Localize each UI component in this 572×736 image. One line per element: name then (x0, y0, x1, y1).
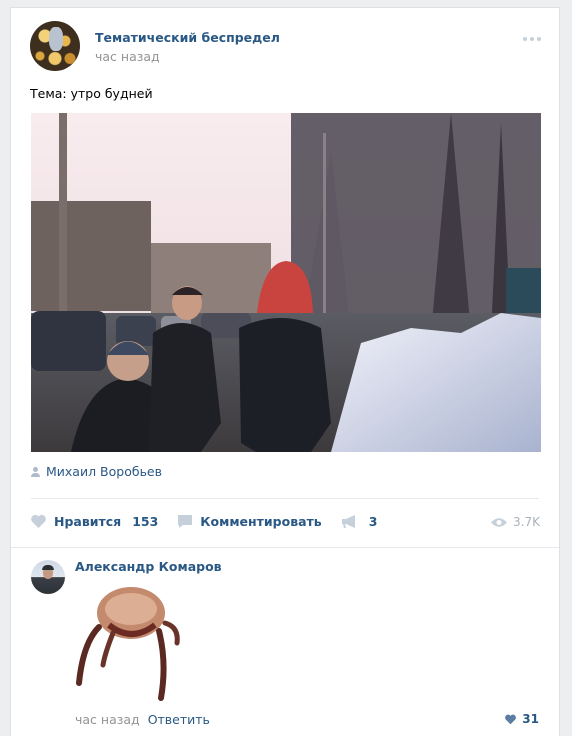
share-button[interactable]: 3 (341, 514, 378, 529)
post-card: Тематический беспредел час назад Тема: у… (10, 7, 560, 736)
share-count: 3 (368, 514, 378, 529)
post-time[interactable]: час назад (95, 49, 160, 64)
post-actions: Нравится 153 Комментировать 3 (30, 514, 396, 529)
photo-author[interactable]: Михаил Воробьев (31, 464, 162, 479)
divider (31, 498, 539, 499)
comments-divider (11, 547, 559, 548)
comment-button[interactable]: Комментировать (177, 514, 322, 529)
photo-author-name: Михаил Воробьев (46, 464, 162, 479)
comment-meta: час назад Ответить (75, 712, 210, 727)
person-icon (31, 466, 40, 477)
comment-time[interactable]: час назад (75, 712, 140, 727)
comment-like-button[interactable]: 31 (504, 712, 539, 726)
reply-button[interactable]: Ответить (148, 712, 210, 727)
like-button[interactable]: Нравится 153 (30, 514, 158, 529)
megaphone-icon (341, 515, 355, 528)
heart-small-icon (505, 714, 517, 724)
post-text: Тема: утро будней (30, 86, 153, 101)
comment-sticker[interactable] (75, 583, 183, 703)
comment-label: Комментировать (200, 514, 322, 529)
comment-like-count: 31 (522, 712, 539, 726)
views-counter: 3.7K (491, 515, 540, 529)
like-label: Нравится (54, 514, 122, 529)
commenter-name[interactable]: Александр Комаров (75, 559, 222, 574)
heart-icon (31, 514, 46, 528)
comment-icon (178, 515, 193, 528)
commenter-avatar[interactable] (31, 560, 65, 594)
views-count: 3.7K (513, 515, 540, 529)
more-icon[interactable] (523, 37, 541, 41)
community-avatar[interactable] (30, 21, 80, 71)
like-count: 153 (132, 514, 159, 529)
post-photo[interactable] (31, 113, 541, 452)
eye-icon (491, 517, 508, 527)
community-name[interactable]: Тематический беспредел (95, 30, 280, 45)
